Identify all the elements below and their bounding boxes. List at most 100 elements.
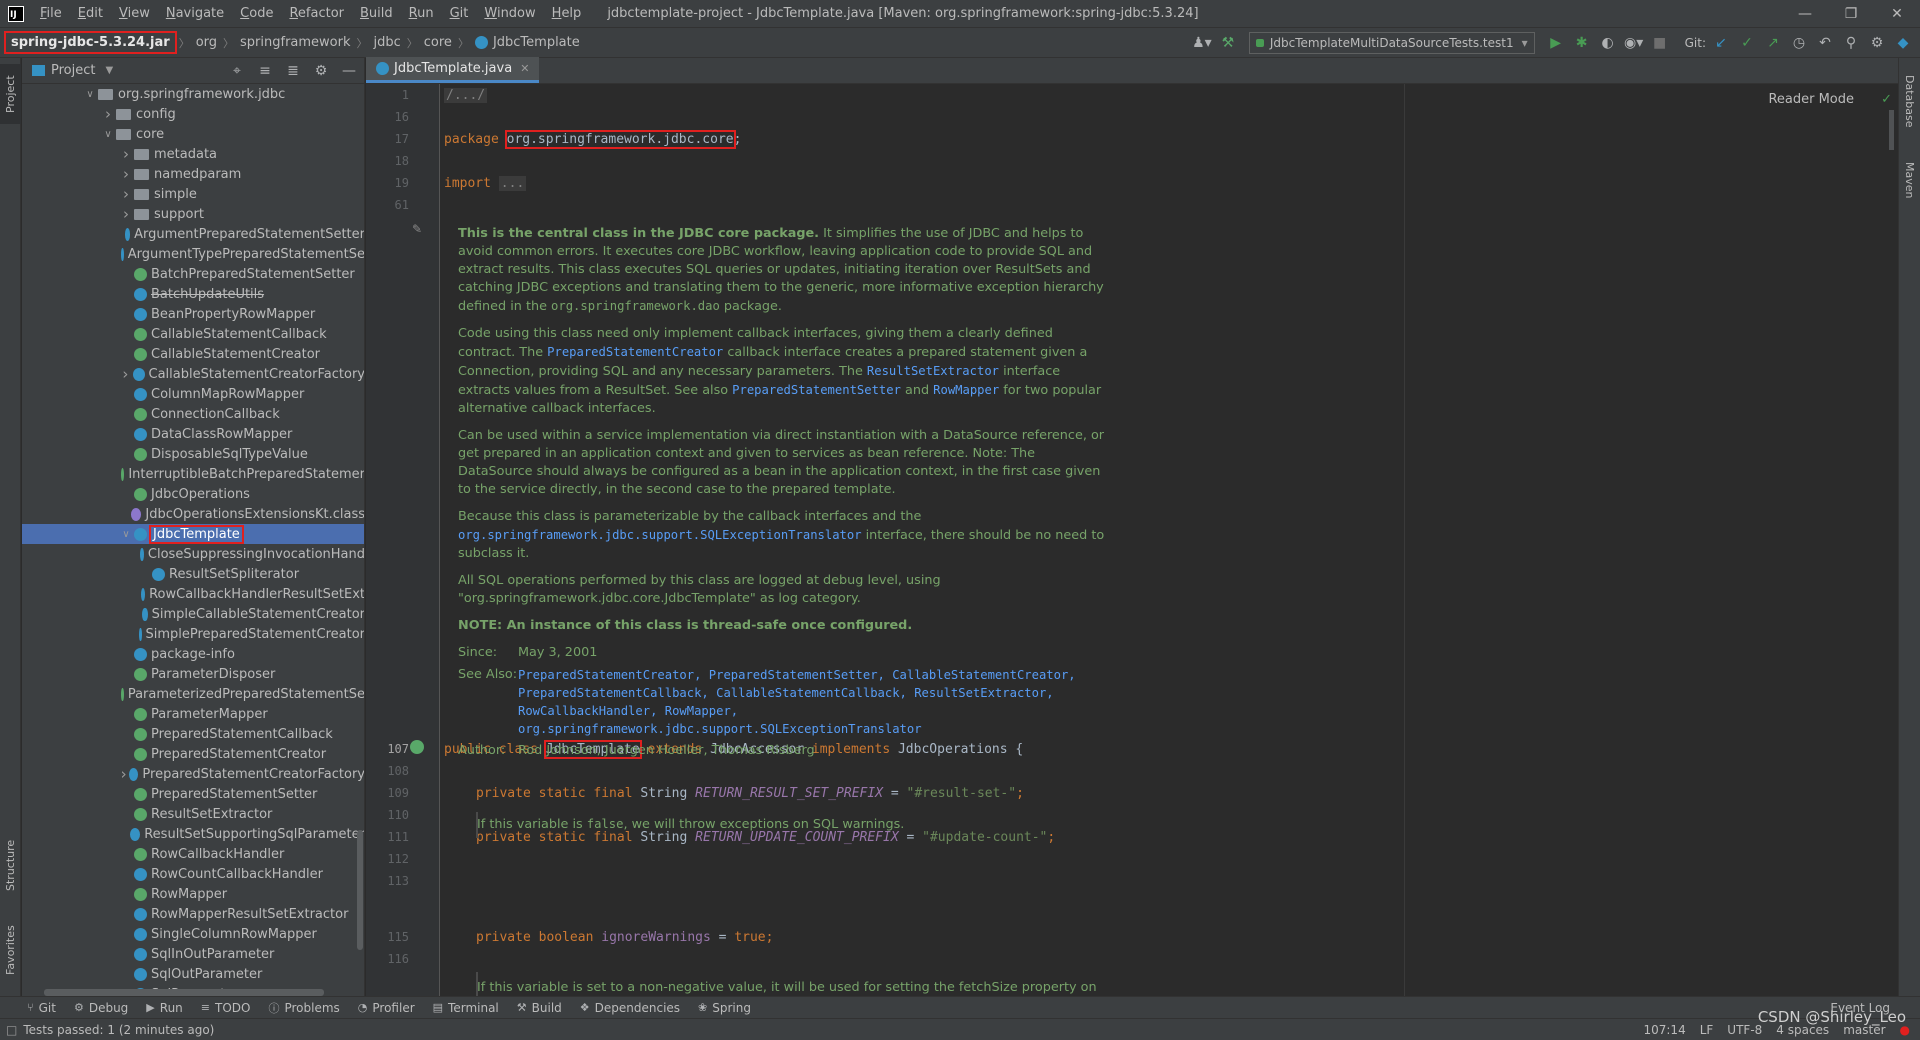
menu-refactor[interactable]: Refactor — [281, 0, 352, 28]
expand-all-icon[interactable]: ≡ — [254, 60, 276, 82]
editor-scrollbar[interactable] — [1889, 110, 1894, 150]
run-icon[interactable]: ▶ — [1545, 32, 1567, 54]
collapse-all-icon[interactable]: ≣ — [282, 60, 304, 82]
tree-item-connectioncallback[interactable]: ConnectionCallback — [22, 404, 364, 424]
tree-item-rowmapper[interactable]: RowMapper — [22, 884, 364, 904]
rollback-icon[interactable]: ↶ — [1814, 32, 1836, 54]
maven-tool-tab[interactable]: Maven — [1899, 150, 1920, 210]
tree-item-jdbctemplate[interactable]: ∨ JdbcTemplate — [22, 524, 364, 544]
spring-bean-icon[interactable] — [410, 740, 424, 754]
edit-doc-icon[interactable]: ✎ — [412, 222, 422, 236]
build-hammer-icon[interactable]: ⚒ — [1217, 32, 1239, 54]
tool-git-button[interactable]: ⑂ Git — [18, 1000, 65, 1016]
tool-todo-button[interactable]: ≡ TODO — [192, 1000, 260, 1016]
tree-item-batchpreparedstatementsetter[interactable]: BatchPreparedStatementSetter — [22, 264, 364, 284]
tool-dependencies-button[interactable]: ❖ Dependencies — [571, 1000, 689, 1016]
debug-icon[interactable]: ✱ — [1571, 32, 1593, 54]
tree-item-singlecolumnrowmapper[interactable]: SingleColumnRowMapper — [22, 924, 364, 944]
tree-item-rowcountcallbackhandler[interactable]: RowCountCallbackHandler — [22, 864, 364, 884]
menu-code[interactable]: Code — [232, 0, 281, 28]
git-push-icon[interactable]: ↗ — [1762, 32, 1784, 54]
chevron-right-icon[interactable]: › — [118, 365, 133, 383]
menu-git[interactable]: Git — [442, 0, 477, 28]
tree-item-argumentpreparedstatementsetter[interactable]: ArgumentPreparedStatementSetter — [22, 224, 364, 244]
tree-item-parameterdisposer[interactable]: ParameterDisposer — [22, 664, 364, 684]
tool-build-button[interactable]: ⚒ Build — [508, 1000, 571, 1016]
breadcrumb-jar[interactable]: spring-jdbc-5.3.24.jar — [4, 31, 177, 54]
tool-run-button[interactable]: ▶ Run — [137, 1000, 191, 1016]
breadcrumb-class[interactable]: JdbcTemplate — [471, 35, 584, 50]
menu-run[interactable]: Run — [401, 0, 442, 28]
gear-icon[interactable]: ⚙ — [310, 60, 332, 82]
close-window-button[interactable]: ✕ — [1874, 0, 1920, 28]
tree-item-resultsetsupportingsqlparameter[interactable]: ResultSetSupportingSqlParameter — [22, 824, 364, 844]
tree-item-core[interactable]: ∨ core — [22, 124, 364, 144]
doc-link[interactable]: org.springframework.jdbc.support.SQLExce… — [458, 528, 862, 542]
locate-icon[interactable]: ⌖ — [226, 60, 248, 82]
menu-file[interactable]: File — [32, 0, 70, 28]
tree-item-parameterizedpreparedstatementse[interactable]: ParameterizedPreparedStatementSe — [22, 684, 364, 704]
tree-item-interruptiblebatchpreparedstatemer[interactable]: InterruptibleBatchPreparedStatemer — [22, 464, 364, 484]
doc-link[interactable]: PreparedStatementCreator, PreparedStatem… — [518, 666, 1108, 738]
caret-position[interactable]: 107:14 — [1643, 1023, 1685, 1037]
vertical-scrollbar[interactable] — [357, 830, 363, 950]
tree-item-resultsetextractor[interactable]: ResultSetExtractor — [22, 804, 364, 824]
doc-link[interactable]: PreparedStatementCreator — [547, 345, 723, 359]
project-tool-tab[interactable]: Project — [0, 64, 21, 124]
tool-terminal-button[interactable]: ▤ Terminal — [424, 1000, 508, 1016]
tree-item-config[interactable]: › config — [22, 104, 364, 124]
tree-item-preparedstatementsetter[interactable]: PreparedStatementSetter — [22, 784, 364, 804]
tree-item-callablestatementcallback[interactable]: CallableStatementCallback — [22, 324, 364, 344]
tool-debug-button[interactable]: ⚙ Debug — [65, 1000, 137, 1016]
tree-item-callablestatementcreatorfactory[interactable]: › CallableStatementCreatorFactory — [22, 364, 364, 384]
profile-icon[interactable]: ◉▾ — [1623, 32, 1645, 54]
horizontal-scrollbar[interactable] — [44, 989, 324, 996]
menu-navigate[interactable]: Navigate — [158, 0, 232, 28]
tree-item-sqloutparameter[interactable]: SqlOutParameter — [22, 964, 364, 984]
menu-build[interactable]: Build — [352, 0, 401, 28]
chevron-right-icon[interactable]: › — [118, 765, 129, 783]
tree-item-simple[interactable]: › simple — [22, 184, 364, 204]
minimize-button[interactable]: — — [1782, 0, 1828, 28]
breadcrumb-jdbc[interactable]: jdbc — [370, 35, 405, 50]
tree-item-argumenttypepreparedstatementse[interactable]: ArgumentTypePreparedStatementSe — [22, 244, 364, 264]
tool-problems-button[interactable]: ⓘ Problems — [259, 1000, 348, 1016]
fold-region[interactable]: ... — [498, 176, 527, 191]
tree-item-sqlinoutparameter[interactable]: SqlInOutParameter — [22, 944, 364, 964]
chevron-right-icon[interactable]: › — [118, 205, 134, 223]
reader-mode-toggle[interactable]: Reader Mode — [1768, 92, 1854, 107]
tree-item-rowmapperresultsetextractor[interactable]: RowMapperResultSetExtractor — [22, 904, 364, 924]
chevron-down-icon[interactable]: ∨ — [118, 529, 134, 540]
tree-item-batchupdateutils[interactable]: BatchUpdateUtils — [22, 284, 364, 304]
tree-item-metadata[interactable]: › metadata — [22, 144, 364, 164]
chevron-down-icon[interactable]: ∨ — [82, 89, 98, 100]
chevron-right-icon[interactable]: › — [118, 145, 134, 163]
tree-item-support[interactable]: › support — [22, 204, 364, 224]
tree-item-parametermapper[interactable]: ParameterMapper — [22, 704, 364, 724]
favorites-tool-tab[interactable]: Favorites — [0, 913, 21, 988]
chevron-right-icon[interactable]: › — [118, 185, 134, 203]
tree-item-rowcallbackhandler[interactable]: RowCallbackHandler — [22, 844, 364, 864]
chevron-down-icon[interactable]: ∨ — [100, 129, 116, 140]
settings-gear-icon[interactable]: ⚙ — [1866, 32, 1888, 54]
history-icon[interactable]: ◷ — [1788, 32, 1810, 54]
chevron-right-icon[interactable]: › — [100, 105, 116, 123]
doc-link[interactable]: PreparedStatementSetter — [732, 383, 901, 397]
hide-panel-icon[interactable]: — — [338, 60, 360, 82]
tree-item-closesuppressinginvocationhand[interactable]: CloseSuppressingInvocationHand — [22, 544, 364, 564]
tree-item-callablestatementcreator[interactable]: CallableStatementCreator — [22, 344, 364, 364]
tree-item-preparedstatementcallback[interactable]: PreparedStatementCallback — [22, 724, 364, 744]
tree-item-preparedstatementcreator[interactable]: PreparedStatementCreator — [22, 744, 364, 764]
menu-view[interactable]: View — [111, 0, 158, 28]
tree-item-preparedstatementcreatorfactory[interactable]: › PreparedStatementCreatorFactory — [22, 764, 364, 784]
git-commit-icon[interactable]: ✓ — [1736, 32, 1758, 54]
fold-region[interactable]: /.../ — [444, 88, 488, 103]
tree-item-org-springframework-jdbc[interactable]: ∨ org.springframework.jdbc — [22, 84, 364, 104]
tree-item-simplepreparedstatementcreator[interactable]: SimplePreparedStatementCreator — [22, 624, 364, 644]
tool-spring-button[interactable]: ❀ Spring — [689, 1000, 760, 1016]
restore-button[interactable]: ❐ — [1828, 0, 1874, 28]
project-panel-title[interactable]: Project — [51, 63, 95, 78]
inspection-ok-icon[interactable]: ✓ — [1881, 92, 1892, 107]
tree-item-simplecallablestatementcreator[interactable]: SimpleCallableStatementCreator — [22, 604, 364, 624]
tree-item-jdbcoperations[interactable]: JdbcOperations — [22, 484, 364, 504]
